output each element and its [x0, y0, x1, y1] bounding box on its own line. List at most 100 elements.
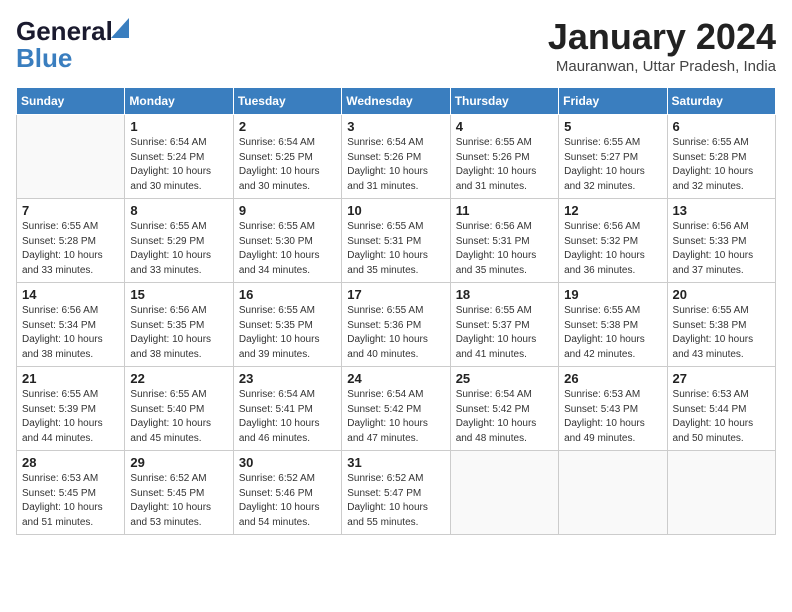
weekday-header-wednesday: Wednesday	[342, 88, 450, 115]
weekday-header-thursday: Thursday	[450, 88, 558, 115]
calendar-cell: 24Sunrise: 6:54 AMSunset: 5:42 PMDayligh…	[342, 367, 450, 451]
day-number: 19	[564, 287, 661, 302]
day-info: Sunrise: 6:55 AMSunset: 5:36 PMDaylight:…	[347, 304, 444, 362]
day-number: 6	[673, 119, 770, 134]
day-number: 4	[456, 119, 553, 134]
day-info: Sunrise: 6:54 AMSunset: 5:42 PMDaylight:…	[347, 388, 444, 446]
day-info: Sunrise: 6:55 AMSunset: 5:38 PMDaylight:…	[673, 304, 770, 362]
day-number: 17	[347, 287, 444, 302]
day-number: 18	[456, 287, 553, 302]
calendar-cell	[450, 451, 558, 535]
day-info: Sunrise: 6:54 AMSunset: 5:41 PMDaylight:…	[239, 388, 336, 446]
weekday-header-saturday: Saturday	[667, 88, 775, 115]
weekday-header-tuesday: Tuesday	[233, 88, 341, 115]
day-info: Sunrise: 6:55 AMSunset: 5:28 PMDaylight:…	[673, 136, 770, 194]
calendar-cell: 17 Sunrise: 6:55 AMSunset: 5:36 PMDayligh…	[342, 283, 450, 367]
day-number: 5	[564, 119, 661, 134]
day-number: 7	[22, 203, 119, 218]
location-title: Mauranwan, Uttar Pradesh, India	[548, 58, 776, 75]
calendar-week-row: 1 Sunrise: 6:54 AMSunset: 5:24 PMDaylight…	[17, 115, 776, 199]
month-title: January 2024	[548, 16, 776, 58]
day-info: Sunrise: 6:54 AMSunset: 5:24 PMDaylight:…	[130, 136, 227, 194]
day-info: Sunrise: 6:55 AMSunset: 5:31 PMDaylight:…	[347, 220, 444, 278]
calendar-week-row: 21 Sunrise: 6:55 AMSunset: 5:39 PMDayligh…	[17, 367, 776, 451]
day-info: Sunrise: 6:55 AMSunset: 5:38 PMDaylight:…	[564, 304, 661, 362]
calendar-week-row: 14 Sunrise: 6:56 AMSunset: 5:34 PMDayligh…	[17, 283, 776, 367]
calendar-cell: 12Sunrise: 6:56 AMSunset: 5:32 PMDayligh…	[559, 199, 667, 283]
calendar-cell: 8 Sunrise: 6:55 AMSunset: 5:29 PMDaylight…	[125, 199, 233, 283]
day-number: 1	[130, 119, 227, 134]
day-info: Sunrise: 6:56 AMSunset: 5:31 PMDaylight:…	[456, 220, 553, 278]
weekday-header-row: SundayMondayTuesdayWednesdayThursdayFrid…	[17, 88, 776, 115]
calendar-cell	[17, 115, 125, 199]
calendar-cell: 28Sunrise: 6:53 AMSunset: 5:45 PMDayligh…	[17, 451, 125, 535]
day-number: 27	[673, 371, 770, 386]
calendar-cell: 27 Sunrise: 6:53 AMSunset: 5:44 PMDayligh…	[667, 367, 775, 451]
calendar-cell: 1 Sunrise: 6:54 AMSunset: 5:24 PMDaylight…	[125, 115, 233, 199]
day-info: Sunrise: 6:52 AMSunset: 5:45 PMDaylight:…	[130, 472, 227, 530]
calendar-cell: 19 Sunrise: 6:55 AMSunset: 5:38 PMDayligh…	[559, 283, 667, 367]
logo: General Blue	[16, 16, 113, 74]
day-number: 21	[22, 371, 119, 386]
calendar-cell	[559, 451, 667, 535]
calendar-cell: 11Sunrise: 6:56 AMSunset: 5:31 PMDayligh…	[450, 199, 558, 283]
day-number: 8	[130, 203, 227, 218]
day-number: 28	[22, 455, 119, 470]
calendar-cell: 31 Sunrise: 6:52 AMSunset: 5:47 PMDayligh…	[342, 451, 450, 535]
day-number: 16	[239, 287, 336, 302]
page-header: General Blue January 2024 Mauranwan, Utt…	[16, 16, 776, 75]
calendar-cell: 4Sunrise: 6:55 AMSunset: 5:26 PMDaylight…	[450, 115, 558, 199]
day-info: Sunrise: 6:55 AMSunset: 5:37 PMDaylight:…	[456, 304, 553, 362]
calendar-week-row: 28Sunrise: 6:53 AMSunset: 5:45 PMDayligh…	[17, 451, 776, 535]
day-info: Sunrise: 6:54 AMSunset: 5:25 PMDaylight:…	[239, 136, 336, 194]
day-number: 20	[673, 287, 770, 302]
calendar-cell: 23Sunrise: 6:54 AMSunset: 5:41 PMDayligh…	[233, 367, 341, 451]
day-info: Sunrise: 6:54 AMSunset: 5:26 PMDaylight:…	[347, 136, 444, 194]
weekday-header-friday: Friday	[559, 88, 667, 115]
calendar-cell	[667, 451, 775, 535]
day-info: Sunrise: 6:55 AMSunset: 5:29 PMDaylight:…	[130, 220, 227, 278]
day-number: 29	[130, 455, 227, 470]
day-info: Sunrise: 6:55 AMSunset: 5:27 PMDaylight:…	[564, 136, 661, 194]
logo-blue-text: Blue	[16, 43, 72, 74]
calendar-cell: 14 Sunrise: 6:56 AMSunset: 5:34 PMDayligh…	[17, 283, 125, 367]
day-info: Sunrise: 6:55 AMSunset: 5:40 PMDaylight:…	[130, 388, 227, 446]
day-number: 9	[239, 203, 336, 218]
day-info: Sunrise: 6:55 AMSunset: 5:28 PMDaylight:…	[22, 220, 119, 278]
weekday-header-sunday: Sunday	[17, 88, 125, 115]
day-info: Sunrise: 6:55 AMSunset: 5:35 PMDaylight:…	[239, 304, 336, 362]
day-info: Sunrise: 6:56 AMSunset: 5:33 PMDaylight:…	[673, 220, 770, 278]
calendar-cell: 7 Sunrise: 6:55 AMSunset: 5:28 PMDaylight…	[17, 199, 125, 283]
day-info: Sunrise: 6:55 AMSunset: 5:39 PMDaylight:…	[22, 388, 119, 446]
title-block: January 2024 Mauranwan, Uttar Pradesh, I…	[548, 16, 776, 75]
calendar-cell: 20 Sunrise: 6:55 AMSunset: 5:38 PMDayligh…	[667, 283, 775, 367]
day-number: 30	[239, 455, 336, 470]
day-number: 31	[347, 455, 444, 470]
calendar-cell: 25 Sunrise: 6:54 AMSunset: 5:42 PMDayligh…	[450, 367, 558, 451]
day-number: 25	[456, 371, 553, 386]
day-number: 10	[347, 203, 444, 218]
day-info: Sunrise: 6:56 AMSunset: 5:34 PMDaylight:…	[22, 304, 119, 362]
calendar-cell: 30 Sunrise: 6:52 AMSunset: 5:46 PMDayligh…	[233, 451, 341, 535]
day-number: 12	[564, 203, 661, 218]
day-info: Sunrise: 6:54 AMSunset: 5:42 PMDaylight:…	[456, 388, 553, 446]
day-info: Sunrise: 6:53 AMSunset: 5:44 PMDaylight:…	[673, 388, 770, 446]
day-number: 13	[673, 203, 770, 218]
calendar-cell: 21 Sunrise: 6:55 AMSunset: 5:39 PMDayligh…	[17, 367, 125, 451]
day-info: Sunrise: 6:52 AMSunset: 5:46 PMDaylight:…	[239, 472, 336, 530]
calendar-table: SundayMondayTuesdayWednesdayThursdayFrid…	[16, 87, 776, 535]
day-number: 26	[564, 371, 661, 386]
calendar-cell: 26Sunrise: 6:53 AMSunset: 5:43 PMDayligh…	[559, 367, 667, 451]
logo-triangle-icon	[111, 18, 129, 38]
calendar-cell: 3Sunrise: 6:54 AMSunset: 5:26 PMDaylight…	[342, 115, 450, 199]
calendar-cell: 9 Sunrise: 6:55 AMSunset: 5:30 PMDaylight…	[233, 199, 341, 283]
calendar-cell: 22Sunrise: 6:55 AMSunset: 5:40 PMDayligh…	[125, 367, 233, 451]
calendar-cell: 6 Sunrise: 6:55 AMSunset: 5:28 PMDaylight…	[667, 115, 775, 199]
calendar-cell: 13 Sunrise: 6:56 AMSunset: 5:33 PMDayligh…	[667, 199, 775, 283]
day-number: 14	[22, 287, 119, 302]
calendar-cell: 10 Sunrise: 6:55 AMSunset: 5:31 PMDayligh…	[342, 199, 450, 283]
day-info: Sunrise: 6:55 AMSunset: 5:30 PMDaylight:…	[239, 220, 336, 278]
day-info: Sunrise: 6:56 AMSunset: 5:35 PMDaylight:…	[130, 304, 227, 362]
day-info: Sunrise: 6:52 AMSunset: 5:47 PMDaylight:…	[347, 472, 444, 530]
calendar-cell: 2Sunrise: 6:54 AMSunset: 5:25 PMDaylight…	[233, 115, 341, 199]
